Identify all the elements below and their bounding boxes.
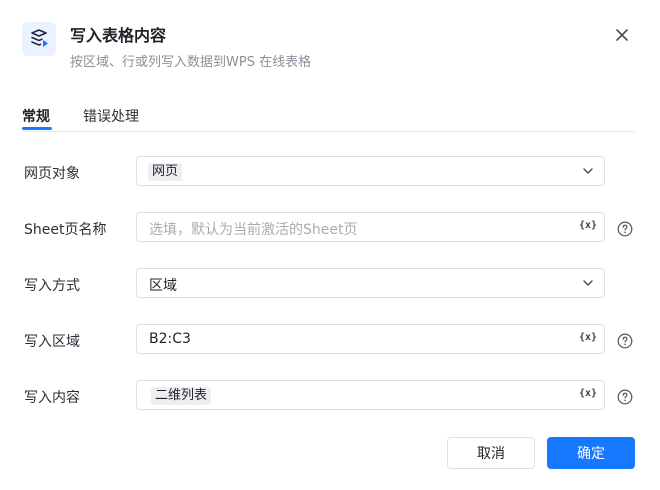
web-object-label: 网页对象 — [24, 166, 80, 182]
tab-error-handling[interactable]: 错误处理 — [83, 106, 139, 126]
tab-general[interactable]: 常规 — [22, 106, 50, 126]
web-object-chip: 网页 — [148, 163, 183, 181]
help-icon[interactable] — [617, 389, 633, 405]
help-icon[interactable] — [617, 221, 633, 237]
chevron-down-icon — [583, 280, 593, 286]
write-table-dialog: 写入表格内容 按区域、行或列写入数据到WPS 在线表格 常规 错误处理 网页对象… — [0, 0, 660, 490]
dialog-title: 写入表格内容 — [70, 26, 167, 45]
help-icon[interactable] — [617, 333, 633, 349]
active-tab-indicator — [22, 127, 52, 130]
write-content-label: 写入内容 — [24, 390, 80, 406]
write-mode-select[interactable]: 区域 — [136, 268, 605, 298]
write-range-input[interactable]: B2:C3 {x} — [136, 324, 605, 354]
dialog-subtitle: 按区域、行或列写入数据到WPS 在线表格 — [70, 55, 312, 70]
sheet-name-label: Sheet页名称 — [24, 222, 107, 238]
close-button[interactable] — [611, 24, 633, 46]
write-mode-value: 区域 — [149, 278, 177, 294]
variable-button[interactable]: {x} — [579, 332, 597, 343]
chevron-down-icon — [583, 168, 593, 174]
tab-bar: 常规 错误处理 — [22, 100, 635, 132]
write-mode-label: 写入方式 — [24, 278, 80, 294]
confirm-button[interactable]: 确定 — [547, 437, 635, 469]
variable-button[interactable]: {x} — [579, 388, 597, 399]
write-content-chip: 二维列表 — [151, 387, 212, 405]
sheet-name-placeholder: 选填，默认为当前激活的Sheet页 — [149, 222, 358, 238]
variable-button[interactable]: {x} — [579, 220, 597, 231]
write-content-input[interactable]: 二维列表 {x} — [136, 380, 605, 410]
table-write-icon — [22, 22, 56, 56]
close-icon — [616, 29, 628, 41]
cancel-button[interactable]: 取消 — [447, 437, 535, 469]
write-range-value: B2:C3 — [149, 331, 191, 347]
web-object-select[interactable]: 网页 — [136, 156, 605, 186]
write-range-label: 写入区域 — [24, 334, 80, 350]
sheet-name-input[interactable]: 选填，默认为当前激活的Sheet页 {x} — [136, 212, 605, 242]
